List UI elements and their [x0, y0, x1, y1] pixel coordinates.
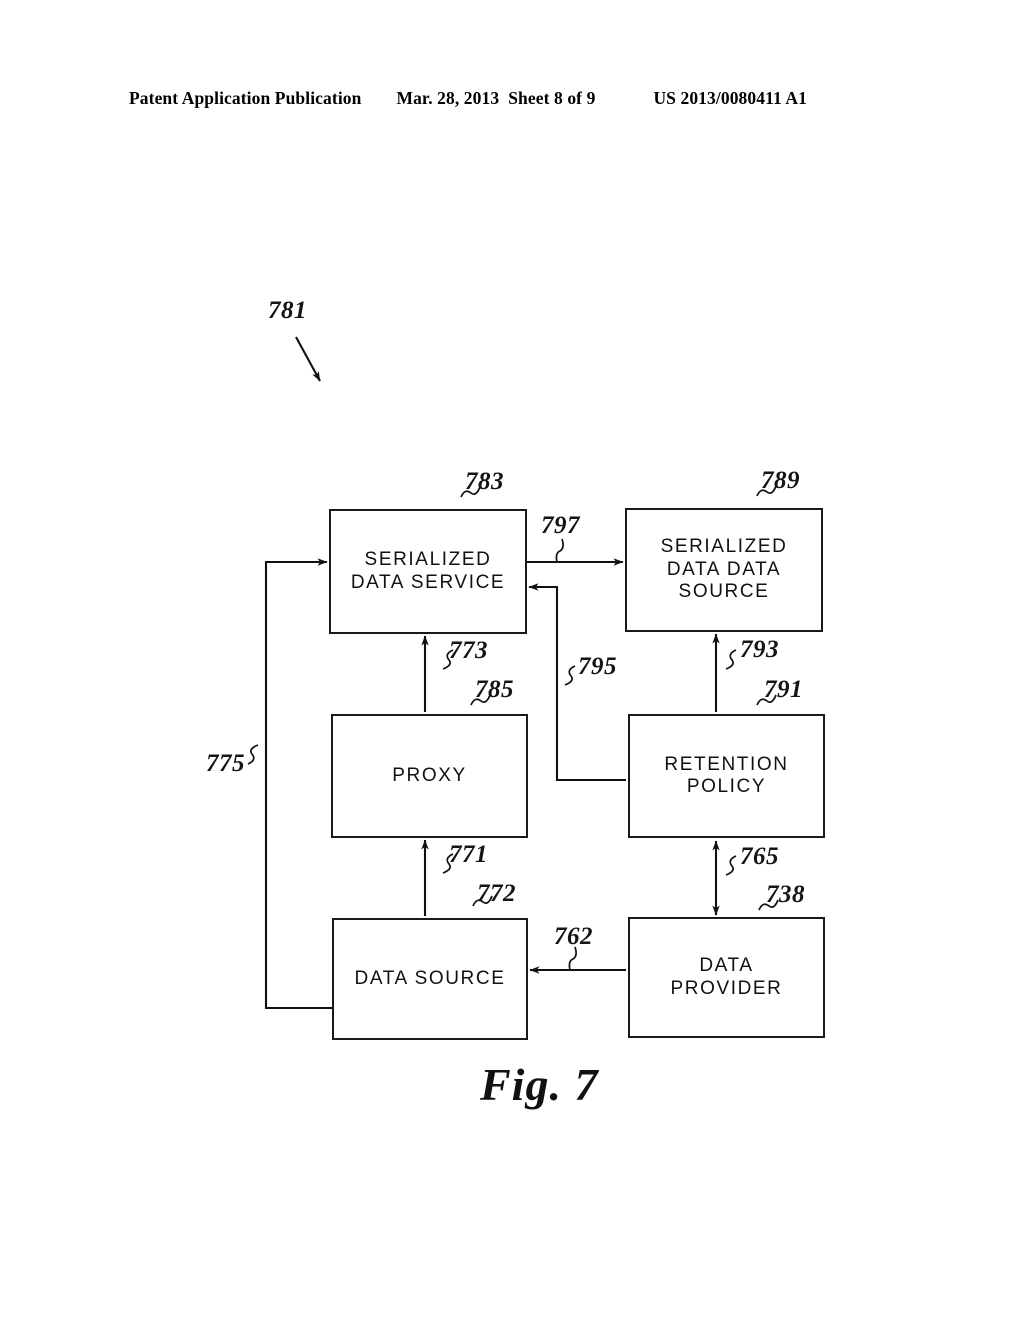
leader-775: [247, 744, 259, 765]
reference-numeral-797: 797: [541, 512, 580, 539]
block-data-source: DATA SOURCE: [332, 918, 528, 1040]
block-data-provider: DATA PROVIDER: [628, 917, 825, 1038]
reference-numeral-762: 762: [554, 923, 593, 950]
patent-drawing-page: Patent Application Publication Mar. 28, …: [0, 0, 1024, 1320]
block-label-data-provider: DATA PROVIDER: [670, 955, 783, 999]
reference-numeral-773: 773: [449, 637, 488, 664]
connector-layer: [247, 336, 779, 1010]
reference-numeral-772: 772: [477, 880, 516, 907]
block-serialized-data-data-source: SERIALIZED DATA DATA SOURCE: [625, 508, 823, 632]
lead-line-781: [295, 336, 321, 382]
block-serialized-data-service: SERIALIZED DATA SERVICE: [329, 509, 527, 634]
reference-numeral-738: 738: [766, 881, 805, 908]
reference-numeral-765: 765: [740, 843, 779, 870]
reference-numeral-775: 775: [206, 750, 245, 777]
reference-numeral-781: 781: [268, 297, 307, 324]
reference-numeral-783: 783: [465, 468, 504, 495]
block-retention-policy: RETENTION POLICY: [628, 714, 825, 838]
leader-795: [564, 665, 576, 686]
reference-numeral-789: 789: [761, 467, 800, 494]
reference-numeral-791: 791: [764, 676, 803, 703]
block-label-serialized-data-service: SERIALIZED DATA SERVICE: [350, 549, 506, 593]
leader-765: [725, 855, 737, 876]
block-label-serialized-data-data-source: SERIALIZED DATA DATA SOURCE: [660, 536, 788, 603]
connector-795: [528, 583, 626, 782]
reference-numeral-793: 793: [740, 636, 779, 663]
block-label-data-source: DATA SOURCE: [354, 967, 506, 989]
reference-numeral-785: 785: [475, 676, 514, 703]
block-label-proxy: PROXY: [392, 764, 467, 786]
leader-797: [555, 538, 564, 563]
reference-numeral-771: 771: [449, 841, 488, 868]
block-label-retention-policy: RETENTION POLICY: [664, 753, 789, 797]
block-diagram: SERIALIZED DATA SERVICE SERIALIZED DATA …: [0, 0, 1024, 1320]
block-proxy: PROXY: [331, 714, 528, 838]
figure-caption: Fig. 7: [480, 1059, 599, 1110]
reference-numeral-795: 795: [578, 653, 617, 680]
leader-793: [725, 649, 737, 670]
